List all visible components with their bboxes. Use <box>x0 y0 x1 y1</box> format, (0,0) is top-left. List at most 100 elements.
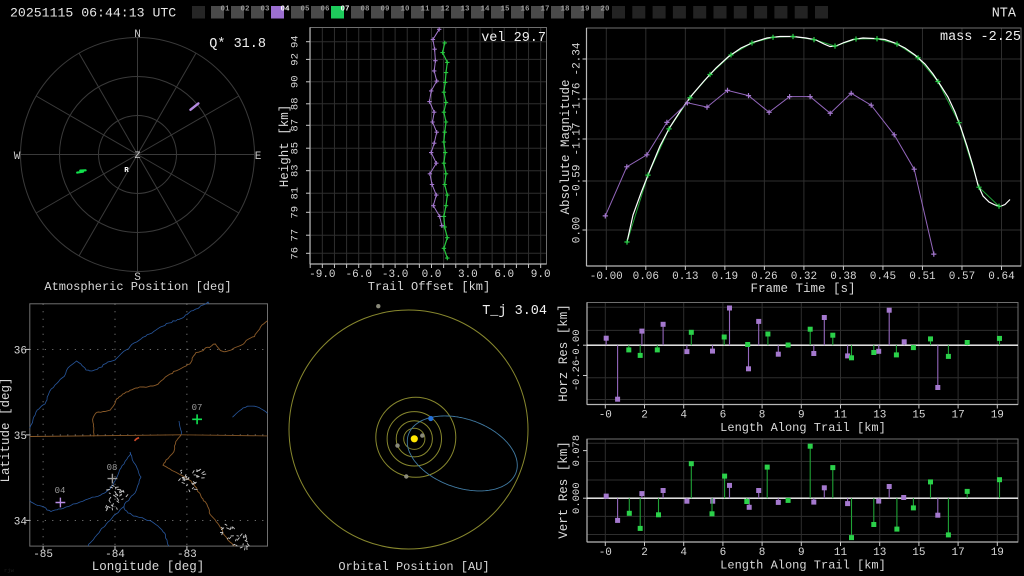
svg-text:03: 03 <box>261 6 271 14</box>
svg-text:Q* 31.8: Q* 31.8 <box>209 37 266 52</box>
svg-text:05: 05 <box>301 6 311 14</box>
svg-text:92: 92 <box>290 53 302 66</box>
svg-text:-0.59: -0.59 <box>572 164 584 197</box>
svg-text:20251115 06:44:13 UTC: 20251115 06:44:13 UTC <box>10 6 176 21</box>
svg-text:9.0: 9.0 <box>531 269 551 281</box>
svg-text:14: 14 <box>481 6 491 14</box>
svg-text:W: W <box>14 151 21 163</box>
svg-text:Longitude [deg]: Longitude [deg] <box>92 560 205 574</box>
svg-text:-2.34: -2.34 <box>572 42 584 75</box>
svg-text:17: 17 <box>951 410 964 422</box>
svg-text:6: 6 <box>720 547 727 559</box>
svg-text:17: 17 <box>541 6 550 14</box>
svg-text:-0.00: -0.00 <box>571 329 583 361</box>
svg-text:Horz Res [km]: Horz Res [km] <box>557 304 571 402</box>
svg-text:11: 11 <box>834 547 848 559</box>
svg-text:-0.26: -0.26 <box>571 360 583 392</box>
svg-text:16: 16 <box>521 6 531 14</box>
svg-text:9: 9 <box>798 410 805 422</box>
svg-text:0.06: 0.06 <box>633 271 659 283</box>
svg-text:79: 79 <box>290 206 302 219</box>
svg-text:20: 20 <box>601 6 611 14</box>
svg-text:-1.76: -1.76 <box>572 82 584 115</box>
svg-text:E: E <box>255 151 262 163</box>
svg-text:15: 15 <box>912 547 925 559</box>
svg-text:13: 13 <box>873 410 886 422</box>
svg-text:8: 8 <box>759 547 766 559</box>
svg-text:0.19: 0.19 <box>712 271 738 283</box>
svg-text:R: R <box>124 167 129 175</box>
svg-text:Frame Time [s]: Frame Time [s] <box>750 282 855 296</box>
svg-text:-0.00: -0.00 <box>590 271 623 283</box>
svg-text:07: 07 <box>192 403 203 413</box>
svg-text:-1.17: -1.17 <box>572 122 584 155</box>
svg-text:77: 77 <box>290 229 302 242</box>
svg-text:-9.0: -9.0 <box>309 269 335 281</box>
svg-text:90: 90 <box>290 75 302 88</box>
svg-text:4: 4 <box>680 410 687 422</box>
svg-text:Atmospheric Position [deg]: Atmospheric Position [deg] <box>44 280 231 294</box>
svg-text:11: 11 <box>834 410 848 422</box>
svg-text:-0: -0 <box>599 547 612 559</box>
svg-text:6: 6 <box>720 410 727 422</box>
svg-text:08: 08 <box>361 6 371 14</box>
svg-text:0.51: 0.51 <box>909 271 936 283</box>
svg-text:Length Along Trail [km]: Length Along Trail [km] <box>720 559 886 573</box>
svg-text:01: 01 <box>221 6 231 14</box>
svg-text:2: 2 <box>641 410 648 422</box>
svg-text:06: 06 <box>321 6 331 14</box>
svg-text:0.45: 0.45 <box>870 271 896 283</box>
svg-text:0.57: 0.57 <box>949 271 975 283</box>
svg-text:19: 19 <box>581 6 591 14</box>
svg-text:13: 13 <box>873 547 886 559</box>
svg-text:11: 11 <box>421 6 431 14</box>
svg-text:Absolute Magnitude: Absolute Magnitude <box>559 79 573 214</box>
svg-text:0.64: 0.64 <box>988 271 1015 283</box>
svg-text:0.13: 0.13 <box>672 271 698 283</box>
svg-text:8: 8 <box>759 410 766 422</box>
svg-text:19: 19 <box>991 410 1004 422</box>
svg-text:2: 2 <box>641 547 648 559</box>
svg-text:18: 18 <box>561 6 571 14</box>
svg-text:08: 08 <box>107 463 118 473</box>
svg-text:Length Along Trail [km]: Length Along Trail [km] <box>720 421 886 435</box>
svg-text:12: 12 <box>441 6 451 14</box>
svg-text:09: 09 <box>381 6 391 14</box>
svg-text:4: 4 <box>680 547 687 559</box>
svg-text:13: 13 <box>461 6 471 14</box>
svg-text:mass -2.25: mass -2.25 <box>940 30 1021 45</box>
svg-text:Orbital Position [AU]: Orbital Position [AU] <box>338 560 489 574</box>
svg-text:94: 94 <box>290 35 302 48</box>
svg-text:0.000: 0.000 <box>571 482 583 514</box>
svg-text:07: 07 <box>341 6 350 14</box>
svg-text:9: 9 <box>798 547 805 559</box>
svg-text:N: N <box>134 29 141 41</box>
svg-text:02: 02 <box>241 6 251 14</box>
svg-text:0.00: 0.00 <box>572 217 584 243</box>
svg-text:T_j 3.04: T_j 3.04 <box>482 304 547 319</box>
svg-text:Z: Z <box>134 151 140 162</box>
svg-text:34: 34 <box>14 516 28 528</box>
svg-text:15: 15 <box>501 6 511 14</box>
svg-text:Vert Res [km]: Vert Res [km] <box>557 441 571 539</box>
svg-text:10: 10 <box>401 6 411 14</box>
svg-text:Height [km]: Height [km] <box>278 105 292 188</box>
svg-text:04: 04 <box>281 6 291 14</box>
svg-text:Trail Offset [km]: Trail Offset [km] <box>368 280 490 294</box>
svg-text:04: 04 <box>55 486 66 496</box>
svg-text:76: 76 <box>290 247 302 260</box>
svg-text:Latitude [deg]: Latitude [deg] <box>0 377 13 482</box>
svg-text:36: 36 <box>14 345 27 357</box>
svg-text:NTA: NTA <box>992 7 1017 22</box>
svg-text:vel 29.7: vel 29.7 <box>481 31 546 46</box>
svg-text:6.0: 6.0 <box>494 269 514 281</box>
svg-text:35: 35 <box>14 431 27 443</box>
svg-text:-85: -85 <box>33 549 53 561</box>
svg-text:17: 17 <box>951 547 964 559</box>
svg-text:0.078: 0.078 <box>571 435 583 467</box>
svg-text:rjw: rjw <box>4 567 15 574</box>
svg-text:81: 81 <box>290 187 302 200</box>
svg-text:15: 15 <box>912 410 925 422</box>
svg-text:-0: -0 <box>599 410 612 422</box>
svg-text:19: 19 <box>991 547 1004 559</box>
